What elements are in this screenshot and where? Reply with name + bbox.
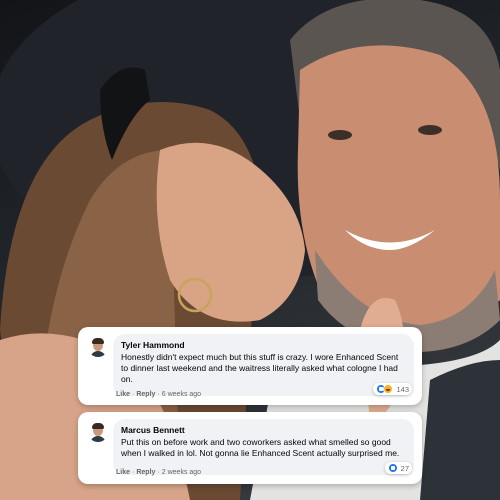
separator-dot: · — [132, 469, 135, 476]
avatar-hair — [92, 423, 104, 429]
separator-dot: · — [157, 391, 160, 398]
haha-reaction-icon — [383, 384, 394, 394]
comment-text: Honestly didn't expect much but this stu… — [121, 352, 399, 384]
comment-meta: Like · Reply · 6 weeks ago — [116, 391, 201, 398]
like-reaction-icon — [387, 463, 398, 473]
reaction-count: 143 — [396, 384, 409, 394]
comment-meta: Like · Reply · 2 weeks ago — [116, 469, 201, 476]
separator-dot: · — [157, 469, 160, 476]
reaction-summary[interactable]: 143 — [373, 383, 412, 395]
avatar-hair — [92, 338, 104, 344]
comment-bubble: Tyler Hammond Honestly didn't expect muc… — [113, 334, 414, 396]
avatar-shirt — [90, 436, 106, 442]
like-button[interactable]: Like — [116, 469, 130, 476]
comment-author[interactable]: Marcus Bennett — [121, 425, 406, 436]
comment-card: Tyler Hammond Honestly didn't expect muc… — [78, 327, 422, 405]
comment-timestamp[interactable]: 2 weeks ago — [162, 469, 201, 476]
comment-text: Put this on before work and two coworker… — [121, 437, 400, 458]
avatar-shirt — [90, 351, 106, 357]
reaction-summary[interactable]: 27 — [384, 462, 412, 474]
comment-author[interactable]: Tyler Hammond — [121, 340, 406, 351]
separator-dot: · — [132, 391, 135, 398]
comment-bubble: Marcus Bennett Put this on before work a… — [113, 419, 414, 475]
comment-card: Marcus Bennett Put this on before work a… — [78, 412, 422, 484]
comment-timestamp[interactable]: 6 weeks ago — [162, 391, 201, 398]
reply-button[interactable]: Reply — [136, 469, 155, 476]
avatar[interactable] — [88, 337, 108, 357]
like-button[interactable]: Like — [116, 391, 130, 398]
reply-button[interactable]: Reply — [136, 391, 155, 398]
avatar[interactable] — [88, 422, 108, 442]
reaction-count: 27 — [400, 463, 409, 473]
